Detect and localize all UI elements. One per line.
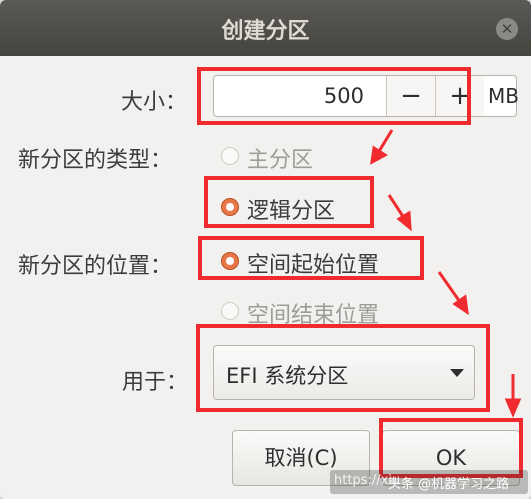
arrow-line [376, 129, 394, 154]
arrow-line [387, 194, 406, 219]
arrow-head [370, 145, 388, 165]
watermark: https://xiu 头条 @机器学习之路 [330, 470, 528, 494]
watermark-text: 头条 @机器学习之路 [388, 477, 510, 492]
arrow-line [437, 271, 462, 303]
arrow-head [504, 398, 522, 418]
annotation-arrows [370, 129, 522, 418]
